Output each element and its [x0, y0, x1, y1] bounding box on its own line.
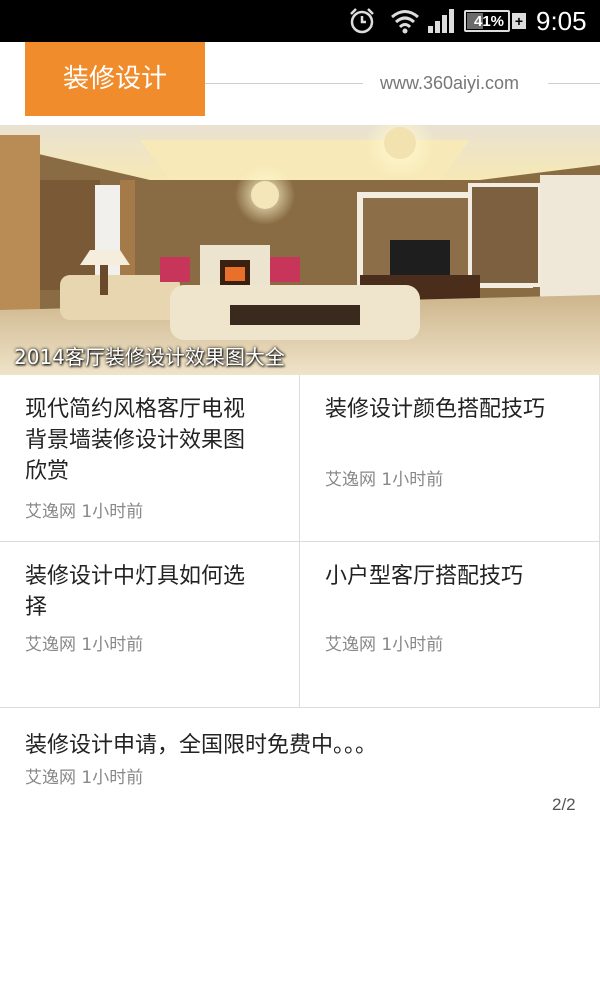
header-divider-right	[548, 83, 600, 84]
site-url: www.360aiyi.com	[376, 73, 524, 94]
header-divider-left	[205, 83, 363, 84]
article-title: 装修设计中灯具如何选择	[25, 564, 246, 620]
featured-meta: 艾逸网 1小时前	[25, 763, 143, 788]
charging-icon: +	[512, 13, 526, 29]
living-room-photo	[0, 125, 600, 375]
article-meta: 艾逸网 1小时前	[25, 630, 143, 655]
article-meta: 艾逸网 1小时前	[25, 497, 143, 522]
section-tab-decoration-design[interactable]: 装修设计	[25, 42, 205, 116]
article-card[interactable]: 装修设计颜色搭配技巧 艾逸网 1小时前	[300, 375, 600, 542]
status-time: 9:05	[536, 6, 587, 36]
article-source: 艾逸网	[25, 502, 76, 522]
wifi-icon	[391, 10, 419, 34]
article-source: 艾逸网	[325, 635, 376, 655]
app-header: 装修设计 www.360aiyi.com	[0, 42, 600, 125]
article-card[interactable]: 小户型客厅搭配技巧 艾逸网 1小时前	[300, 542, 600, 708]
alarm-clock-icon	[350, 8, 374, 34]
article-title: 小户型客厅搭配技巧	[325, 564, 524, 589]
article-meta: 艾逸网 1小时前	[325, 630, 443, 655]
featured-article[interactable]: 装修设计申请，全国限时免费中。。。 艾逸网 1小时前	[0, 707, 600, 827]
battery-percent: 41%	[473, 13, 505, 30]
article-title: 装修设计颜色搭配技巧	[325, 397, 546, 422]
article-time: 1小时前	[81, 502, 144, 522]
hero-banner[interactable]: 2014客厅装修设计效果图大全	[0, 125, 600, 375]
article-source: 艾逸网	[325, 470, 376, 490]
page-indicator: 2/2	[552, 795, 576, 814]
cell-signal-icon	[428, 9, 454, 33]
article-time: 1小时前	[381, 635, 444, 655]
article-time: 1小时前	[81, 635, 144, 655]
battery-icon: 41% +	[464, 10, 528, 34]
article-time: 1小时前	[381, 470, 444, 490]
article-title: 现代简约风格客厅电视背景墙装修设计效果图欣赏	[25, 397, 246, 484]
featured-title: 装修设计申请，全国限时免费中。。。	[25, 733, 378, 758]
status-bar: 41% + 9:05	[0, 0, 600, 42]
hero-caption: 2014客厅装修设计效果图大全	[14, 345, 285, 369]
article-source: 艾逸网	[25, 635, 76, 655]
article-card[interactable]: 装修设计中灯具如何选择 艾逸网 1小时前	[0, 542, 300, 708]
featured-time: 1小时前	[81, 768, 144, 788]
article-card[interactable]: 现代简约风格客厅电视背景墙装修设计效果图欣赏 艾逸网 1小时前	[0, 375, 300, 542]
article-meta: 艾逸网 1小时前	[325, 465, 443, 490]
featured-source: 艾逸网	[25, 768, 76, 788]
